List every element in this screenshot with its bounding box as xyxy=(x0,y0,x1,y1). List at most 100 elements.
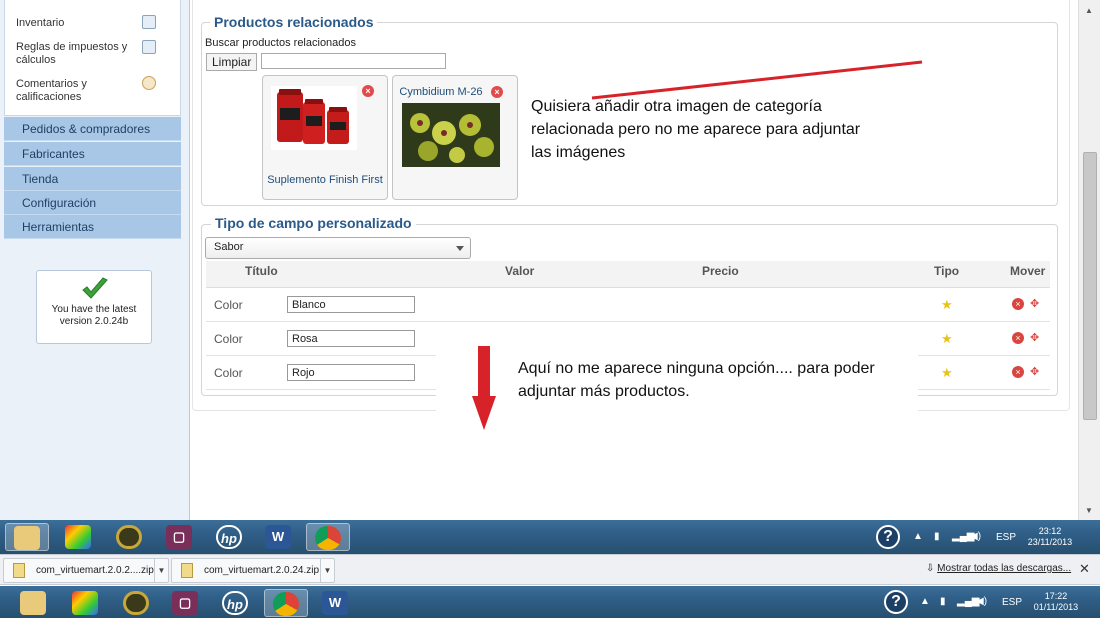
scroll-down-icon[interactable]: ▼ xyxy=(1085,506,1093,515)
chevron-down-icon xyxy=(456,246,464,251)
related-product-card[interactable]: Cymbidium M-26 × xyxy=(392,75,518,200)
product-name: Suplemento Finish First xyxy=(267,174,383,186)
nav-herramientas[interactable]: Herramientas xyxy=(4,215,181,239)
puzzle-icon xyxy=(65,525,91,549)
download-bar: com_virtuemart.2.0.2....zip ▼ com_virtue… xyxy=(0,554,1100,585)
help-icon[interactable]: ? xyxy=(876,525,900,549)
chevron-down-icon[interactable]: ▼ xyxy=(320,559,334,582)
nav-pedidos[interactable]: Pedidos & compradores xyxy=(4,117,181,141)
volume-icon[interactable]: ◀) xyxy=(976,596,987,607)
taskbar-explorer[interactable] xyxy=(12,589,56,617)
battery-icon[interactable]: ▮ xyxy=(940,596,946,607)
chrome-icon xyxy=(315,526,341,550)
custom-field-select[interactable]: Sabor xyxy=(205,237,471,259)
remove-product-icon[interactable]: × xyxy=(362,85,374,97)
move-icon[interactable]: ✥ xyxy=(1030,297,1039,310)
sidebar-item-inventario[interactable]: Inventario xyxy=(16,17,64,30)
close-icon[interactable]: ✕ xyxy=(1079,561,1090,577)
row-title: Color xyxy=(214,332,243,346)
version-status-box: You have the latest version 2.0.24b xyxy=(36,270,152,344)
taskbar-puzzle[interactable] xyxy=(57,523,101,551)
search-related-input[interactable] xyxy=(261,53,446,69)
battery-icon[interactable]: ▮ xyxy=(934,531,940,542)
taskbar-word[interactable]: W xyxy=(257,523,301,551)
row-title: Color xyxy=(214,366,243,380)
nav-fabricantes[interactable]: Fabricantes xyxy=(4,142,181,166)
taskbar-media[interactable] xyxy=(108,523,152,551)
row-title: Color xyxy=(214,298,243,312)
nav-configuracion[interactable]: Configuración xyxy=(4,191,181,215)
download-item[interactable]: com_virtuemart.2.0.24.zip ▼ xyxy=(171,558,335,583)
taskbar-hp[interactable]: hp xyxy=(214,589,258,617)
annotation-text-top: Quisiera añadir otra imagen de categoría… xyxy=(531,98,861,161)
comments-icon xyxy=(142,76,156,90)
move-icon[interactable]: ✥ xyxy=(1030,365,1039,378)
chevron-down-icon[interactable]: ▼ xyxy=(154,559,168,582)
hp-icon: hp xyxy=(216,525,242,549)
inventory-icon xyxy=(142,15,156,29)
taskbar-explorer[interactable] xyxy=(5,523,49,551)
sidebar-item-tax-rules[interactable]: Reglas de impuestos y cálculos xyxy=(16,41,136,67)
show-hidden-icons[interactable]: ▲ xyxy=(913,531,923,542)
related-product-card[interactable]: × Suplemento Finish First xyxy=(262,75,388,200)
word-icon: W xyxy=(265,525,291,549)
download-arrow-icon: ⇩ xyxy=(926,563,938,574)
row-value-input[interactable] xyxy=(287,330,415,347)
clock[interactable]: 23:12 23/11/2013 xyxy=(1022,526,1078,548)
show-hidden-icons[interactable]: ▲ xyxy=(920,596,930,607)
nav-tienda[interactable]: Tienda xyxy=(4,167,181,191)
star-icon: ★ xyxy=(941,297,953,312)
delete-icon[interactable]: × xyxy=(1012,332,1024,344)
red-down-arrow-icon xyxy=(472,346,496,430)
taskbar-hp[interactable]: hp xyxy=(208,523,252,551)
media-player-icon xyxy=(123,591,149,615)
download-filename: com_virtuemart.2.0.24.zip xyxy=(204,565,320,576)
clear-button[interactable]: Limpiar xyxy=(206,53,258,71)
scroll-up-icon[interactable]: ▲ xyxy=(1085,6,1093,15)
language-indicator[interactable]: ESP xyxy=(996,532,1016,543)
star-icon: ★ xyxy=(941,365,953,380)
taskbar-word[interactable]: W xyxy=(314,589,358,617)
taskbar-chrome[interactable] xyxy=(264,589,308,617)
language-indicator[interactable]: ESP xyxy=(1002,597,1022,608)
presenter-icon: ▢ xyxy=(166,525,192,549)
sidebar-item-comments[interactable]: Comentarios y calificaciones xyxy=(16,78,116,104)
zip-file-icon xyxy=(181,563,193,578)
show-all-downloads-link[interactable]: ⇩ Mostrar todas las descargas... xyxy=(926,563,1071,574)
page-scrollbar[interactable]: ▲ ▼ xyxy=(1078,0,1100,520)
search-related-label: Buscar productos relacionados xyxy=(205,37,357,49)
taskbar-top: ▢ hp W ? ▲ ▮ ▂▄▆ ◀) ESP 23:12 23/11/2013 xyxy=(0,520,1100,554)
annotation-text-bottom: Aquí no me aparece ninguna opción.... pa… xyxy=(518,360,875,400)
header-move: Mover xyxy=(1010,264,1046,278)
puzzle-icon xyxy=(72,591,98,615)
row-value-input[interactable] xyxy=(287,364,415,381)
chrome-icon xyxy=(273,592,299,616)
media-player-icon xyxy=(116,525,142,549)
taskbar-presenter[interactable]: ▢ xyxy=(164,589,208,617)
header-type: Tipo xyxy=(934,264,960,278)
volume-icon[interactable]: ◀) xyxy=(970,531,981,542)
scroll-thumb[interactable] xyxy=(1083,152,1097,420)
star-icon: ★ xyxy=(941,331,953,346)
clock[interactable]: 17:22 01/11/2013 xyxy=(1028,591,1084,613)
presenter-icon: ▢ xyxy=(172,591,198,615)
help-icon[interactable]: ? xyxy=(884,590,908,614)
taskbar-bottom: ▢ hp W ? ▲ ▮ ▂▄▆ ◀) ESP 17:22 01/11/2013 xyxy=(0,586,1100,618)
custom-fields-legend: Tipo de campo personalizado xyxy=(211,215,416,231)
row-value-input[interactable] xyxy=(287,296,415,313)
product-name: Cymbidium M-26 xyxy=(399,86,483,98)
download-item[interactable]: com_virtuemart.2.0.2....zip ▼ xyxy=(3,558,169,583)
taskbar-chrome[interactable] xyxy=(306,523,350,551)
taskbar-puzzle[interactable] xyxy=(64,589,108,617)
clock-date: 01/11/2013 xyxy=(1033,602,1079,612)
delete-icon[interactable]: × xyxy=(1012,298,1024,310)
taskbar-media[interactable] xyxy=(115,589,159,617)
taskbar-presenter[interactable]: ▢ xyxy=(158,523,202,551)
clock-time: 23:12 xyxy=(1038,526,1062,536)
remove-product-icon[interactable]: × xyxy=(491,86,503,98)
move-icon[interactable]: ✥ xyxy=(1030,331,1039,344)
sidebar: Inventario Reglas de impuestos y cálculo… xyxy=(0,0,190,520)
select-value: Sabor xyxy=(214,241,244,253)
calculator-icon xyxy=(142,40,156,54)
delete-icon[interactable]: × xyxy=(1012,366,1024,378)
